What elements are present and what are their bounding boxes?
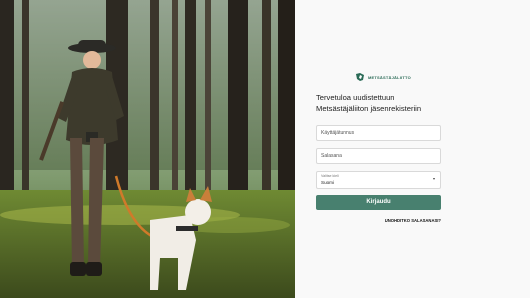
username-field[interactable]: Käyttäjätunnus: [316, 125, 441, 141]
login-page: METSÄSTÄJÄLIITTO Tervetuloa uudistettuun…: [0, 0, 530, 298]
welcome-line-2: Metsästäjäliiton jäsenrekisteriin: [316, 104, 422, 113]
forgot-password-link[interactable]: UNOHDITKO SALASANASI?: [316, 218, 441, 223]
welcome-heading: Tervetuloa uudistettuun Metsästäjäliiton…: [316, 92, 446, 114]
brand-name: METSÄSTÄJÄLIITTO: [368, 74, 411, 80]
dog-head-logo-icon: [356, 73, 364, 81]
password-placeholder: Salasana: [321, 153, 342, 159]
login-button[interactable]: Kirjaudu: [316, 195, 441, 210]
password-field[interactable]: Salasana: [316, 148, 441, 164]
language-select-label: Valitse kieli: [321, 174, 339, 178]
welcome-line-1: Tervetuloa uudistettuun: [316, 93, 395, 102]
hunter-with-dog-photo: [0, 0, 295, 298]
chevron-down-icon: [433, 178, 435, 180]
brand-logo: METSÄSTÄJÄLIITTO: [355, 72, 411, 82]
language-select-value: Suomi: [321, 180, 335, 185]
forest-illustration: [0, 0, 295, 298]
language-select[interactable]: Valitse kieli Suomi: [316, 171, 441, 189]
username-placeholder: Käyttäjätunnus: [321, 130, 355, 136]
